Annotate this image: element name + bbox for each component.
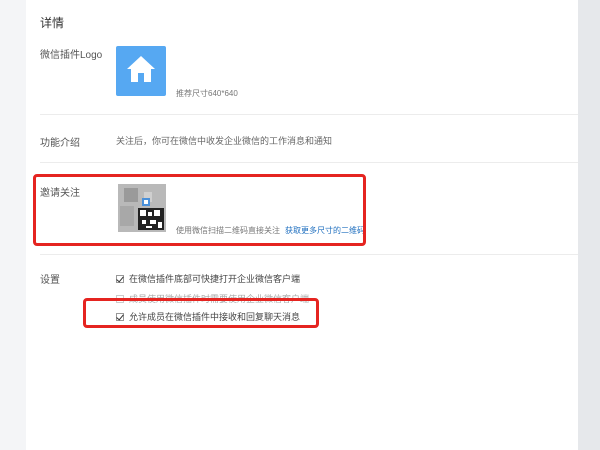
intro-label: 功能介绍 xyxy=(40,138,80,149)
divider xyxy=(40,114,578,115)
home-icon xyxy=(126,55,156,88)
section-title: 详情 xyxy=(40,16,65,30)
scrollbar-track[interactable] xyxy=(578,0,600,450)
divider xyxy=(40,162,578,163)
settings-label: 设置 xyxy=(40,275,60,286)
logo-label: 微信插件Logo xyxy=(40,50,103,61)
setting-option-label: 在微信插件底部可快捷打开企业微信客户端 xyxy=(129,274,301,284)
highlight-box-invite xyxy=(33,174,366,246)
checkbox-checked[interactable] xyxy=(116,274,124,283)
left-gutter xyxy=(0,0,26,450)
setting-option[interactable]: 在微信插件底部可快捷打开企业微信客户端 xyxy=(116,272,300,285)
logo-preview[interactable] xyxy=(116,46,166,96)
logo-size-hint: 推荐尺寸640*640 xyxy=(176,89,238,98)
intro-text: 关注后，你可在微信中收发企业微信的工作消息和通知 xyxy=(116,136,333,146)
divider xyxy=(40,254,578,255)
highlight-box-setting xyxy=(83,298,319,328)
